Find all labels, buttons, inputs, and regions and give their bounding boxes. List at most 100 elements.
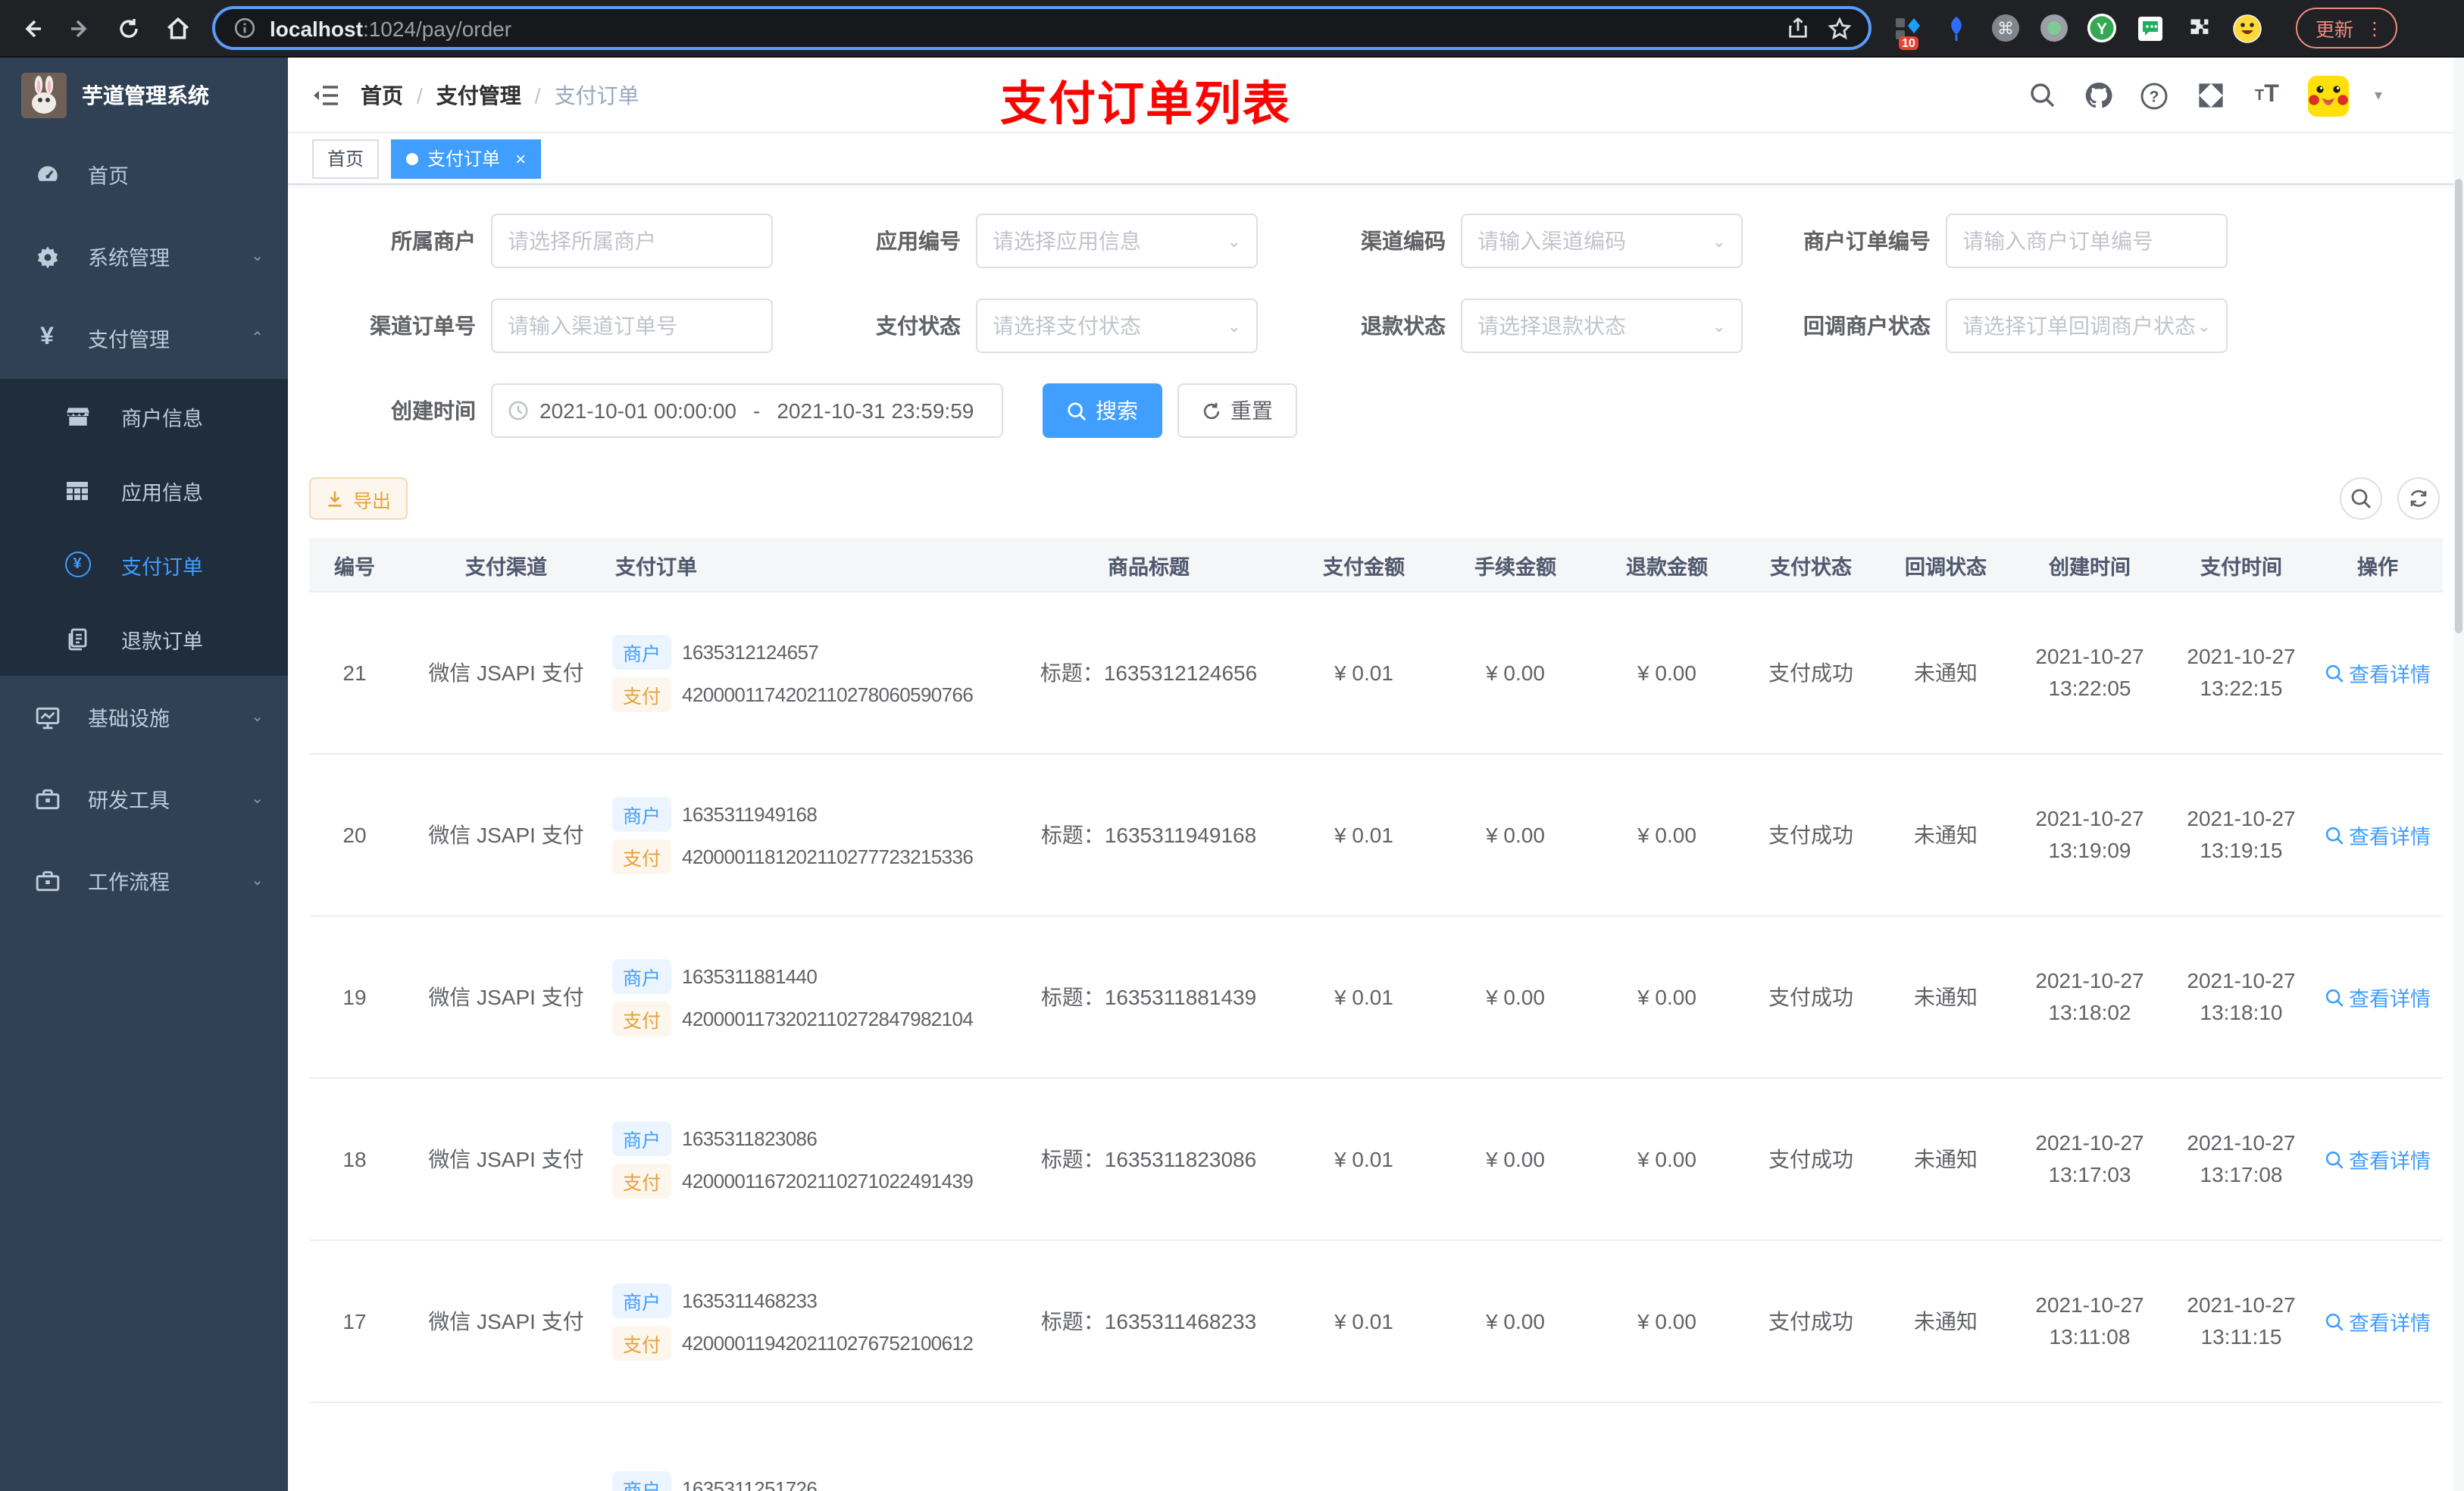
refresh-icon xyxy=(1203,402,1220,419)
filter-label-channel-code: 渠道编码 xyxy=(1361,229,1446,253)
view-detail-link[interactable]: 查看详情 xyxy=(2325,982,2431,1012)
app-no-select[interactable]: 请选择应用信息 ⌄ xyxy=(976,214,1258,268)
sidebar-item-merchant-info[interactable]: 商户信息 xyxy=(0,379,288,453)
search-icon[interactable] xyxy=(2028,80,2058,111)
home-icon[interactable] xyxy=(164,14,191,42)
notify-status: 未通知 xyxy=(1914,823,1978,847)
sidebar-fold-icon[interactable] xyxy=(288,83,361,107)
navbar: 首页 / 支付管理 / 支付订单 支付订单列表 ? TT ▾ xyxy=(288,58,2464,133)
reset-button[interactable]: 重置 xyxy=(1177,383,1297,438)
refund-amount: ¥ 0.00 xyxy=(1637,985,1696,1009)
extension-y-icon[interactable]: Y xyxy=(2087,13,2117,43)
update-button[interactable]: 更新 ⋮ xyxy=(2296,8,2398,48)
tag-pay-order[interactable]: 支付订单 × xyxy=(391,139,542,178)
refund-status-select[interactable]: 请选择退款状态 ⌄ xyxy=(1461,299,1743,353)
pay-order-no: 4200001173202110272847982104 xyxy=(682,1007,974,1030)
pay-status: 支付成功 xyxy=(1768,985,1853,1009)
merchant-input[interactable]: 请选择所属商户 xyxy=(491,214,773,268)
extension-command-icon[interactable]: ⌘ xyxy=(1990,13,2020,43)
app-logo[interactable]: 芋道管理系统 xyxy=(0,58,288,133)
site-info-icon[interactable] xyxy=(233,17,256,39)
pay-status: 支付成功 xyxy=(1768,1309,1853,1333)
channel-order-no-input[interactable]: 请输入渠道订单号 xyxy=(491,299,773,353)
forward-icon[interactable] xyxy=(67,14,94,42)
pay-status: 支付成功 xyxy=(1768,1147,1853,1171)
gear-icon xyxy=(33,242,61,270)
merchant-order-no: 1635311949168 xyxy=(682,802,818,825)
page-content: 所属商户 请选择所属商户 应用编号 请选择应用信息 ⌄ 渠道编码 请输入渠道编码 ⌄… xyxy=(288,185,2464,1491)
breadcrumb-home[interactable]: 首页 xyxy=(361,80,403,110)
clock-icon xyxy=(508,400,529,421)
bookmark-star-icon[interactable] xyxy=(1826,14,1853,42)
page-scrollbar[interactable] xyxy=(2453,58,2464,1491)
view-detail-link[interactable]: 查看详情 xyxy=(2325,1144,2431,1174)
sidebar-item-home[interactable]: 首页 xyxy=(0,133,288,215)
sidebar-item-infra[interactable]: 基础设施 ⌄ xyxy=(0,676,288,758)
extension-dot-icon[interactable] xyxy=(2038,13,2068,43)
notify-status: 未通知 xyxy=(1914,985,1978,1009)
avatar[interactable] xyxy=(2307,75,2349,116)
pay-order-no: 4200001174202110278060590766 xyxy=(682,683,974,705)
extension-badge-icon[interactable]: 10 xyxy=(1893,13,1923,49)
grid-icon xyxy=(64,477,91,504)
paid-time: 2021-10-27 13:22:15 xyxy=(2187,644,2296,700)
font-size-icon[interactable]: TT xyxy=(2252,80,2282,111)
table-row-partial: 商户 1635311251726 xyxy=(309,1403,2443,1491)
search-button[interactable]: 搜索 xyxy=(1043,383,1162,438)
dashboard-icon xyxy=(33,161,61,188)
tag-home[interactable]: 首页 xyxy=(312,139,380,178)
extension-emoji-icon[interactable] xyxy=(2232,13,2262,43)
order-id: 17 xyxy=(342,1309,367,1333)
view-detail-link[interactable]: 查看详情 xyxy=(2325,820,2431,850)
table-row: 19 微信 JSAPI 支付 商户 1635311881440 支付 42000… xyxy=(309,917,2443,1079)
date-end: 2021-10-31 23:59:59 xyxy=(777,399,974,423)
browser-window: localhost:1024/pay/order 10 ⌘ Y 更新 ⋮ 芋道管… xyxy=(0,0,2464,1491)
help-icon[interactable]: ? xyxy=(2140,80,2170,111)
url-bar[interactable]: localhost:1024/pay/order xyxy=(212,6,1871,50)
extension-chat-icon[interactable] xyxy=(2135,13,2165,43)
back-icon[interactable] xyxy=(18,14,45,42)
sidebar-item-refund-order[interactable]: 退款订单 xyxy=(0,602,288,676)
refresh-table-button[interactable] xyxy=(2397,477,2440,520)
view-detail-link[interactable]: 查看详情 xyxy=(2325,658,2431,688)
extension-kite-icon[interactable] xyxy=(1941,13,1972,43)
merchant-tag: 商户 xyxy=(612,1283,672,1318)
sidebar-item-system[interactable]: 系统管理 ⌄ xyxy=(0,215,288,297)
view-detail-link[interactable]: 查看详情 xyxy=(2325,1306,2431,1336)
magnifier-icon xyxy=(2325,1150,2344,1168)
browser-menu-icon[interactable]: ⋮ xyxy=(2366,17,2384,39)
url-text: localhost:1024/pay/order xyxy=(270,16,512,40)
channel-code-select[interactable]: 请输入渠道编码 ⌄ xyxy=(1461,214,1743,268)
share-icon[interactable] xyxy=(1784,14,1811,42)
fullscreen-icon[interactable] xyxy=(2196,80,2226,111)
callback-status-select[interactable]: 请选择订单回调商户状态 ⌄ xyxy=(1946,299,2228,353)
pay-status-select[interactable]: 请选择支付状态 ⌄ xyxy=(976,299,1258,353)
table-row: 21 微信 JSAPI 支付 商户 1635312124657 支付 42000… xyxy=(309,592,2443,755)
extensions-puzzle-icon[interactable] xyxy=(2184,13,2214,43)
scrollbar-thumb[interactable] xyxy=(2455,179,2462,633)
created-time: 2021-10-27 13:17:03 xyxy=(2035,1130,2144,1186)
close-icon[interactable]: × xyxy=(515,148,526,169)
fee-amount: ¥ 0.00 xyxy=(1486,823,1545,847)
export-button[interactable]: 导出 xyxy=(309,477,408,520)
create-time-range[interactable]: 2021-10-01 00:00:00 - 2021-10-31 23:59:5… xyxy=(491,383,1003,438)
sidebar-item-pay-order[interactable]: ¥ 支付订单 xyxy=(0,527,288,602)
avatar-caret-icon[interactable]: ▾ xyxy=(2375,87,2382,104)
fee-amount: ¥ 0.00 xyxy=(1486,985,1545,1009)
paid-time: 2021-10-27 13:17:08 xyxy=(2187,1130,2296,1186)
show-search-button[interactable] xyxy=(2340,477,2382,520)
breadcrumb-parent[interactable]: 支付管理 xyxy=(436,80,521,110)
chevron-down-icon: ⌄ xyxy=(251,708,264,725)
action-cell: 查看详情 xyxy=(2312,1144,2443,1174)
merchant-order-no-input[interactable]: 请输入商户订单编号 xyxy=(1946,214,2228,268)
product-title: 标题：1635311468233 xyxy=(1040,1309,1257,1333)
merchant-order-no: 1635311468233 xyxy=(682,1289,818,1311)
sidebar-item-devtools[interactable]: 研发工具 ⌄ xyxy=(0,758,288,839)
filter-label-pay-status: 支付状态 xyxy=(876,314,961,338)
reload-icon[interactable] xyxy=(115,14,142,42)
sidebar-item-app-info[interactable]: 应用信息 xyxy=(0,453,288,527)
paid-time: 2021-10-27 13:11:15 xyxy=(2187,1293,2296,1349)
sidebar-item-workflow[interactable]: 工作流程 ⌄ xyxy=(0,839,288,921)
sidebar-item-pay[interactable]: ¥ 支付管理 ⌃ xyxy=(0,297,288,379)
github-icon[interactable] xyxy=(2084,80,2114,111)
